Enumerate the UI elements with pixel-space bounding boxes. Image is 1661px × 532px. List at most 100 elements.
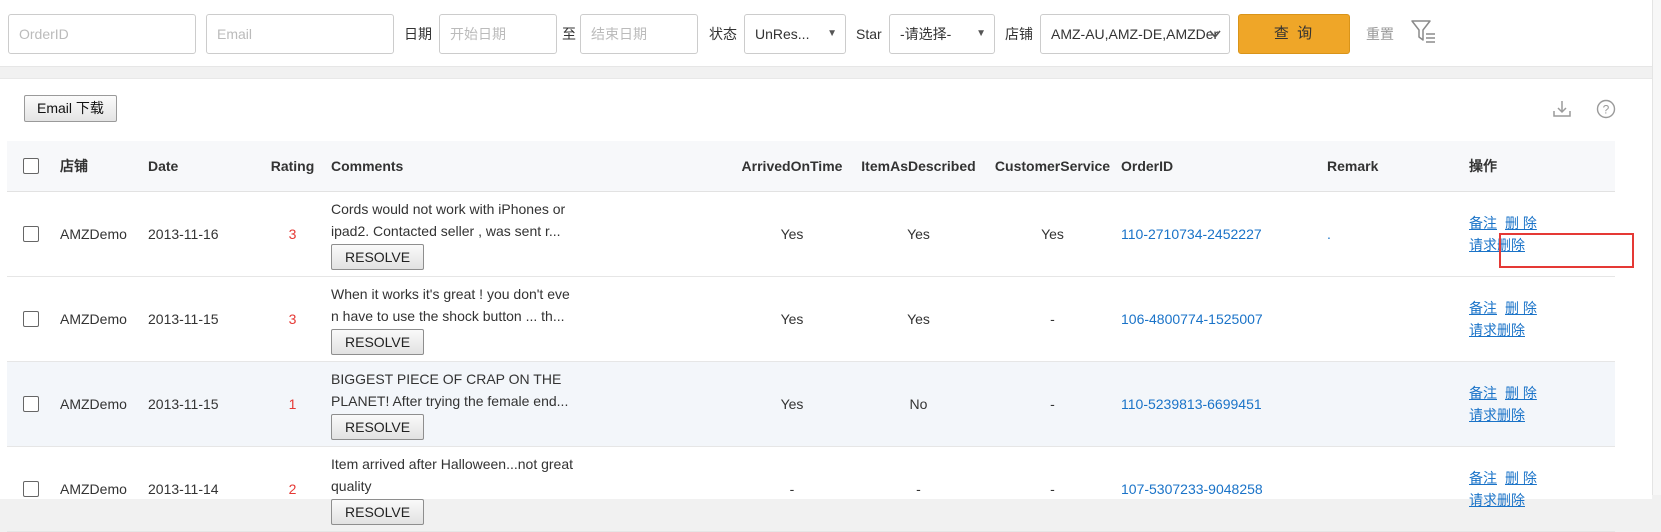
col-header-comments: Comments — [331, 141, 731, 192]
start-date-input[interactable]: 开始日期 — [439, 14, 557, 54]
order-id-link[interactable]: 107-5307233-9048258 — [1121, 446, 1327, 531]
order-id-input[interactable]: OrderID — [8, 14, 196, 54]
date-cell: 2013-11-15 — [148, 395, 219, 412]
item-as-described-cell: Yes — [907, 225, 930, 242]
col-header-arrived-on-time: ArrivedOnTime — [731, 141, 853, 192]
remark-cell — [1327, 361, 1469, 446]
comment-cell: BIGGEST PIECE OF CRAP ON THE PLANET! Aft… — [331, 361, 731, 446]
delete-link[interactable]: 删 除 — [1505, 470, 1537, 486]
customer-service-cell: - — [1050, 480, 1055, 497]
customer-service-cell: - — [1050, 395, 1055, 412]
email-download-button[interactable]: Email 下载 — [24, 95, 117, 122]
delete-link[interactable]: 删 除 — [1505, 385, 1537, 401]
status-label: 状态 — [709, 26, 737, 42]
shop-cell: AMZDemo — [60, 310, 127, 327]
end-date-input[interactable]: 结束日期 — [580, 14, 698, 54]
date-label: 日期 — [404, 26, 432, 42]
rating-cell: 3 — [288, 225, 297, 242]
order-id-link[interactable]: 110-2710734-2452227 — [1121, 191, 1327, 276]
comment-line: When it works it's great ! you don't eve — [331, 285, 570, 302]
query-button[interactable]: 查 询 — [1238, 14, 1350, 54]
download-icon[interactable] — [1552, 99, 1572, 119]
item-as-described-cell: - — [916, 480, 921, 497]
order-id-link[interactable]: 110-5239813-6699451 — [1121, 361, 1327, 446]
status-select[interactable]: UnRes... ▼ — [744, 14, 846, 54]
comment-cell: Cords would not work with iPhones or ipa… — [331, 191, 731, 276]
col-header-remark: Remark — [1327, 141, 1469, 192]
request-delete-link[interactable]: 请求删除 — [1469, 492, 1525, 508]
col-header-date: Date — [148, 141, 254, 192]
col-header-order-id: OrderID — [1121, 141, 1327, 192]
comment-line: PLANET! After trying the female end... — [331, 392, 569, 409]
to-label: 至 — [562, 26, 576, 42]
shop-select[interactable]: AMZ-AU,AMZ-DE,AMZDer — [1040, 14, 1230, 54]
table-row: AMZDemo 2013-11-15 1 BIGGEST PIECE OF CR… — [7, 361, 1615, 446]
comment-line: ipad2. Contacted seller , was sent r... — [331, 222, 561, 239]
note-link[interactable]: 备注 — [1469, 215, 1497, 231]
actions-cell: 备注删 除 请求删除 — [1469, 361, 1615, 446]
rating-cell: 3 — [288, 310, 297, 327]
note-link[interactable]: 备注 — [1469, 470, 1497, 486]
request-delete-link[interactable]: 请求删除 — [1469, 407, 1525, 423]
chevron-down-icon — [1209, 15, 1221, 53]
comment-line: Item arrived after Halloween...not great — [331, 455, 574, 472]
item-as-described-cell: No — [909, 395, 928, 412]
dropdown-caret-icon: ▼ — [976, 28, 986, 39]
status-select-value: UnRes... — [755, 26, 810, 42]
shop-label: 店铺 — [1005, 26, 1033, 42]
reset-button[interactable]: 重置 — [1366, 14, 1394, 54]
shop-select-value: AMZ-AU,AMZ-DE,AMZDer — [1051, 26, 1219, 42]
note-link[interactable]: 备注 — [1469, 300, 1497, 316]
results-panel: Email 下载 ? 店铺 Date Rating Comments Arriv… — [0, 78, 1652, 531]
arrived-on-time-cell: Yes — [780, 225, 804, 242]
arrived-on-time-cell: Yes — [780, 310, 804, 327]
filter-icon[interactable] — [1410, 18, 1438, 46]
delete-link[interactable]: 删 除 — [1505, 215, 1537, 231]
col-header-actions: 操作 — [1469, 141, 1615, 192]
comment-cell: Item arrived after Halloween...not great… — [331, 446, 731, 531]
order-id-link[interactable]: 106-4800774-1525007 — [1121, 276, 1327, 361]
remark-cell: . — [1327, 225, 1331, 242]
comment-line: BIGGEST PIECE OF CRAP ON THE — [331, 370, 562, 387]
table-row: AMZDemo 2013-11-16 3 Cords would not wor… — [7, 191, 1615, 276]
shop-cell: AMZDemo — [60, 480, 127, 497]
col-header-customer-service: CustomerService — [984, 141, 1121, 192]
row-checkbox[interactable] — [23, 226, 39, 243]
table-row: AMZDemo 2013-11-15 3 When it works it's … — [7, 276, 1615, 361]
date-cell: 2013-11-16 — [148, 225, 219, 242]
date-cell: 2013-11-15 — [148, 310, 219, 327]
actions-cell: 备注删 除 请求删除 — [1469, 276, 1615, 361]
dropdown-caret-icon: ▼ — [827, 28, 837, 39]
resolve-button[interactable]: RESOLVE — [331, 498, 425, 525]
resolve-button[interactable]: RESOLVE — [331, 243, 425, 270]
customer-service-cell: Yes — [1041, 225, 1064, 242]
date-cell: 2013-11-14 — [148, 480, 219, 497]
star-select[interactable]: -请选择- ▼ — [889, 14, 995, 54]
table-header-row: 店铺 Date Rating Comments ArrivedOnTime It… — [7, 141, 1615, 192]
reviews-table: 店铺 Date Rating Comments ArrivedOnTime It… — [7, 141, 1615, 532]
star-select-value: -请选择- — [900, 26, 952, 42]
resolve-button[interactable]: RESOLVE — [331, 413, 425, 440]
email-input[interactable]: Email — [206, 14, 394, 54]
vertical-scrollbar[interactable] — [1652, 0, 1661, 495]
filter-bar: OrderID Email 日期 开始日期 至 结束日期 状态 UnRes...… — [0, 0, 1652, 67]
request-delete-link[interactable]: 请求删除 — [1469, 322, 1525, 338]
comment-line: n have to use the shock button ... th... — [331, 307, 565, 324]
comment-line: quality — [331, 477, 372, 494]
row-checkbox[interactable] — [23, 311, 39, 328]
customer-service-cell: - — [1050, 310, 1055, 327]
rating-cell: 2 — [288, 480, 297, 497]
help-icon[interactable]: ? — [1596, 99, 1616, 119]
resolve-button[interactable]: RESOLVE — [331, 328, 425, 355]
actions-cell: 备注删 除 请求删除 — [1469, 446, 1615, 531]
col-header-item-as-described: ItemAsDescribed — [853, 141, 984, 192]
delete-link[interactable]: 删 除 — [1505, 300, 1537, 316]
row-checkbox[interactable] — [23, 396, 39, 413]
select-all-checkbox[interactable] — [23, 158, 39, 175]
table-row: AMZDemo 2013-11-14 2 Item arrived after … — [7, 446, 1615, 531]
svg-text:?: ? — [1603, 103, 1610, 117]
note-link[interactable]: 备注 — [1469, 385, 1497, 401]
remark-cell — [1327, 276, 1469, 361]
col-header-shop: 店铺 — [60, 141, 148, 192]
request-delete-link[interactable]: 请求删除 — [1469, 237, 1525, 253]
